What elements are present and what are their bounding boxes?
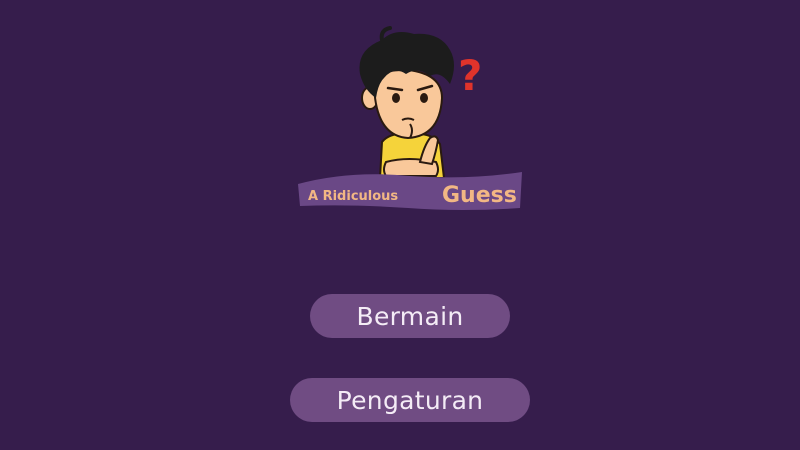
title-main: Guess — [442, 183, 517, 208]
title-prefix: A Ridiculous — [308, 189, 398, 204]
play-button[interactable]: Bermain — [310, 294, 510, 338]
question-mark: ? — [458, 51, 482, 100]
title-banner: A Ridiculous Guess — [298, 172, 522, 210]
main-menu-screen: ? A Ridiculous Guess Bermain Pengaturan — [0, 0, 800, 450]
thinking-boy-illustration: ? A Ridiculous Guess — [298, 26, 522, 210]
game-logo: ? A Ridiculous Guess — [290, 20, 530, 220]
settings-button[interactable]: Pengaturan — [290, 378, 530, 422]
question-mark-icon: ? — [458, 51, 482, 100]
boy-shirt — [378, 132, 446, 179]
